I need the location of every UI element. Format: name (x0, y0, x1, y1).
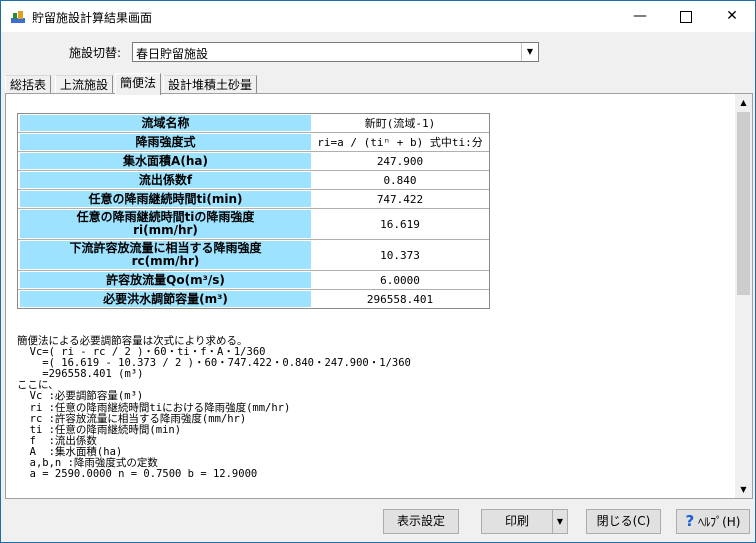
table-row: 下流許容放流量に相当する降雨強度 rc(mm/hr) 10.373 (18, 240, 489, 271)
explanation-line: =296558.401 (m³) (17, 368, 144, 381)
table-row: 集水面積A(ha) 247.900 (18, 152, 489, 171)
facility-switch-label: 施設切替: (69, 46, 122, 60)
facility-select[interactable]: 春日貯留施設 ▼ (132, 42, 539, 62)
explanation-line: Vc :必要調節容量(m³) (17, 390, 144, 403)
row-label: 下流許容放流量に相当する降雨強度 rc(mm/hr) (20, 241, 311, 269)
table-row: 流出係数f 0.840 (18, 171, 489, 190)
row-label: 任意の降雨継続時間ti(min) (20, 191, 311, 207)
title-bar[interactable]: 貯留施設計算結果画面 — ✕ (1, 1, 755, 32)
row-value: ri=a / (tiⁿ + b) 式中ti:分 (317, 136, 483, 149)
help-icon: ? (685, 512, 695, 530)
scroll-down-icon[interactable]: ▼ (735, 481, 752, 498)
help-label: ﾍﾙﾌﾟ(H) (698, 515, 741, 529)
row-label: 任意の降雨継続時間tiの降雨強度 ri(mm/hr) (20, 210, 311, 238)
table-row: 任意の降雨継続時間tiの降雨強度 ri(mm/hr) 16.619 (18, 209, 489, 240)
scroll-thumb[interactable] (737, 112, 750, 295)
explanation-line: a = 2590.0000 n = 0.7500 b = 12.9000 (17, 468, 258, 481)
row-value: 新町(流域-1) (364, 117, 436, 130)
tab-summary[interactable]: 総括表 (5, 75, 52, 94)
row-value: 0.840 (383, 173, 417, 187)
minimize-icon: — (633, 8, 647, 24)
row-value: 10.373 (380, 248, 420, 262)
row-label: 許容放流量Qo(m³/s) (20, 272, 311, 288)
tab-simple-method[interactable]: 簡便法 (115, 73, 162, 95)
tab-sediment-volume[interactable]: 設計堆積土砂量 (163, 75, 258, 94)
explanation-text: 簡便法による必要調節容量は次式により求める。 Vc=( ri - rc / 2 … (17, 335, 411, 481)
table-row: 任意の降雨継続時間ti(min) 747.422 (18, 190, 489, 209)
result-table: 流域名称 新町(流域-1) 降雨強度式 ri=a / (tiⁿ + b) 式中ti:分… (17, 113, 490, 309)
row-label: 降雨強度式 (20, 134, 311, 150)
minimize-button[interactable]: — (617, 1, 663, 32)
row-label: 流出係数f (20, 172, 311, 188)
row-value: 16.619 (380, 217, 420, 231)
main-window: 貯留施設計算結果画面 — ✕ 施設切替: 春日貯留施設 ▼ 総括表 上流施設 簡… (0, 0, 756, 543)
window-title: 貯留施設計算結果画面 (32, 11, 153, 25)
table-row: 必要洪水調節容量(m³) 296558.401 (18, 290, 489, 308)
table-row: 降雨強度式 ri=a / (tiⁿ + b) 式中ti:分 (18, 133, 489, 152)
close-icon: ✕ (726, 8, 738, 24)
scroll-up-icon[interactable]: ▲ (735, 94, 752, 111)
row-value: 247.900 (376, 154, 424, 168)
help-button[interactable]: ? ﾍﾙﾌﾟ(H) (676, 509, 750, 534)
row-value: 747.422 (376, 192, 424, 206)
vertical-scrollbar[interactable]: ▲ ▼ (735, 94, 752, 498)
facility-select-value: 春日貯留施設 (136, 47, 209, 61)
row-value: 296558.401 (366, 292, 434, 306)
table-row: 許容放流量Qo(m³/s) 6.0000 (18, 271, 489, 290)
app-icon (11, 11, 25, 23)
row-value: 6.0000 (380, 273, 420, 287)
print-button[interactable]: 印刷 (481, 509, 553, 534)
chevron-down-icon[interactable]: ▼ (521, 43, 538, 61)
maximize-button[interactable] (663, 1, 709, 32)
maximize-icon (680, 11, 692, 23)
row-label: 必要洪水調節容量(m³) (20, 291, 311, 307)
row-label: 集水面積A(ha) (20, 153, 311, 169)
close-window-button[interactable]: ✕ (709, 1, 755, 32)
row-label: 流域名称 (20, 115, 311, 131)
close-button[interactable]: 閉じる(C) (586, 509, 661, 534)
display-settings-button[interactable]: 表示設定 (383, 509, 459, 534)
table-row: 流域名称 新町(流域-1) (18, 114, 489, 133)
tab-upstream[interactable]: 上流施設 (55, 75, 114, 94)
print-dropdown-button[interactable]: ▼ (552, 509, 568, 534)
result-panel[interactable]: 流域名称 新町(流域-1) 降雨強度式 ri=a / (tiⁿ + b) 式中ti:分… (5, 93, 753, 499)
explanation-line: ri :任意の降雨継続時間tiにおける降雨強度(mm/hr) (17, 401, 291, 414)
